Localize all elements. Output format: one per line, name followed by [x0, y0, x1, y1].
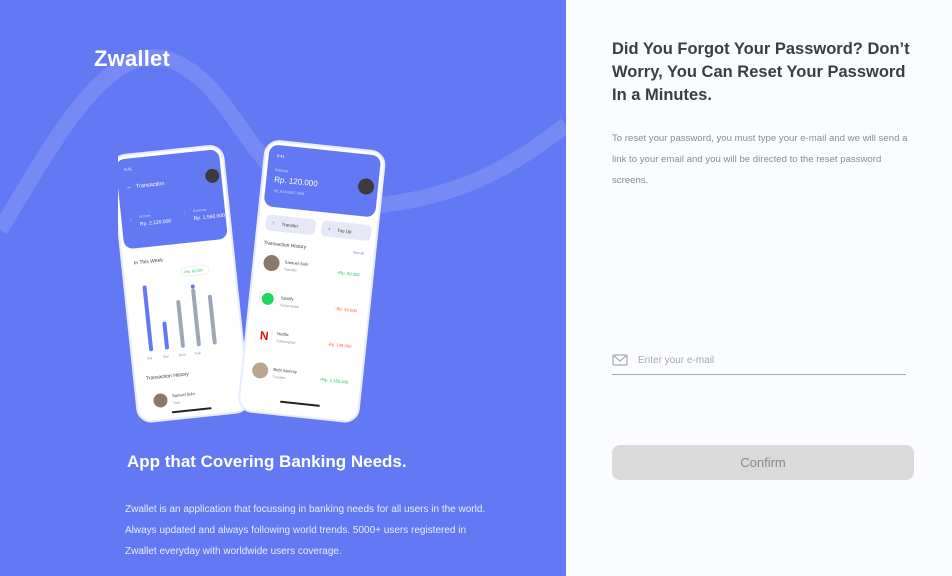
phone-left-back-icon: ←: [126, 184, 133, 191]
phone-left-time: 9:41: [124, 166, 133, 172]
mail-icon: [612, 354, 628, 366]
app-preview-phones: 9:41 ← Transaction ↓ Income Rp. 2.120.00…: [118, 140, 386, 423]
reset-heading: Did You Forgot Your Password? Don’t Worr…: [612, 40, 910, 104]
netflix-icon: N: [259, 328, 269, 343]
email-input[interactable]: [638, 354, 906, 366]
email-field[interactable]: [612, 346, 906, 375]
confirm-button[interactable]: Confirm: [612, 445, 914, 480]
phone-right-time: 9:41: [277, 153, 286, 159]
transfer-arrow-icon: ↑: [271, 221, 275, 227]
day-label: Mon: [179, 353, 186, 358]
day-label: Sat: [147, 356, 153, 361]
hero-tagline: App that Covering Banking Needs.: [127, 452, 407, 471]
expense-arrow-icon: ↑: [183, 211, 187, 217]
hero-description: Zwallet is an application that focussing…: [125, 504, 486, 557]
brand-logo: Zwallet: [94, 46, 170, 71]
hero-panel: Zwallet 9:41 ← Transaction ↓ Income Rp. …: [0, 0, 566, 576]
reset-password-panel: Did You Forgot Your Password? Don’t Worr…: [566, 0, 952, 576]
reset-instructions: To reset your password, you must type yo…: [612, 133, 908, 186]
day-label: Sun: [163, 354, 170, 359]
income-arrow-icon: ↓: [129, 216, 133, 222]
day-label: Tue: [195, 351, 201, 356]
